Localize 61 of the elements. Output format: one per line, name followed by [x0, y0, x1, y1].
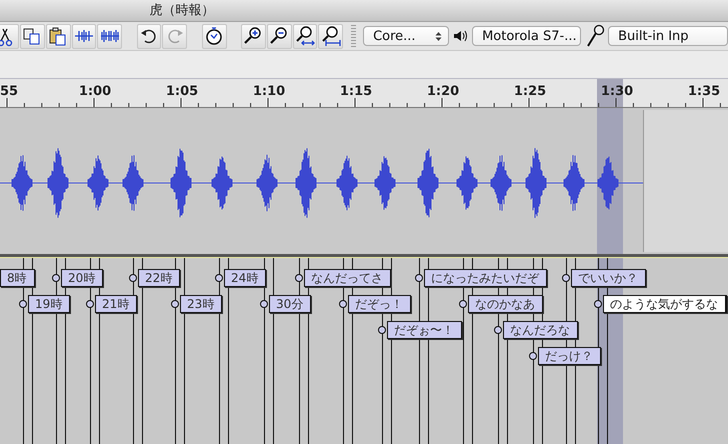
label-handle[interactable] [171, 300, 179, 308]
audio-host-dropdown[interactable]: Core... [363, 26, 450, 46]
label[interactable]: だぞっ！ [348, 295, 411, 313]
silence-button[interactable] [97, 24, 122, 48]
copy-button[interactable] [20, 24, 45, 48]
time-label: 55 [0, 84, 18, 99]
label[interactable]: 20時 [61, 269, 104, 287]
label[interactable]: なんだろな [503, 321, 578, 339]
time-label: 1:35 [688, 84, 720, 99]
zoom-in-button[interactable] [240, 24, 266, 48]
label-handle[interactable] [215, 274, 223, 282]
label[interactable]: になったみたいだぞ [424, 269, 547, 287]
undo-button[interactable] [136, 24, 162, 48]
label-handle[interactable] [52, 274, 60, 282]
label-text-field[interactable]: のような気がするな [603, 295, 727, 313]
label-handle[interactable] [19, 300, 27, 308]
label[interactable]: 22時 [138, 269, 180, 287]
label[interactable]: 30分 [269, 295, 312, 313]
fit-project-button[interactable] [318, 24, 344, 48]
label[interactable]: 8時 [0, 269, 35, 287]
label-handle[interactable] [529, 352, 537, 360]
updown-arrows-icon [435, 30, 442, 42]
speaker-icon [453, 29, 470, 43]
fit-selection-button[interactable] [292, 24, 318, 48]
label[interactable]: 24時 [224, 269, 266, 287]
time-label: 1:30 [600, 84, 634, 99]
label-handle[interactable] [594, 300, 602, 308]
time-label: 1:00 [78, 84, 112, 99]
label-handle[interactable] [339, 300, 347, 308]
time-label: 1:20 [426, 84, 460, 99]
cut-button[interactable] [0, 24, 19, 48]
label-handle[interactable] [415, 274, 423, 282]
label[interactable]: 23時 [180, 295, 222, 313]
label-handle[interactable] [459, 300, 467, 308]
label-handle[interactable] [295, 274, 303, 282]
time-label: 1:05 [166, 84, 198, 99]
trim-button[interactable] [72, 24, 96, 48]
timer-button[interactable] [202, 24, 227, 48]
label-handle[interactable] [260, 300, 268, 308]
label[interactable]: でいいか？ [571, 269, 646, 287]
label-handle[interactable] [86, 300, 94, 308]
zoom-out-button[interactable] [266, 24, 292, 48]
label[interactable]: だっけ？ [538, 347, 601, 365]
output-device-dropdown[interactable]: Motorola S7-... [472, 26, 582, 46]
label[interactable]: 21時 [95, 295, 138, 313]
magnifier-bracket-icon [320, 25, 342, 47]
input-device-dropdown[interactable]: Built-in Inp [608, 26, 728, 46]
time-label: 1:25 [514, 84, 546, 99]
time-label: 1:15 [340, 84, 372, 99]
label-handle[interactable] [129, 274, 137, 282]
paste-button[interactable] [46, 24, 71, 48]
label[interactable]: なんだってさ [304, 269, 391, 287]
label[interactable]: なのかなあ [468, 295, 543, 313]
label-handle[interactable] [494, 326, 502, 334]
window-title: 虎（時報） [148, 2, 216, 20]
time-label: 1:10 [252, 84, 286, 99]
label[interactable]: 19時 [28, 295, 70, 313]
label[interactable]: だぞぉ〜！ [387, 321, 462, 339]
label-handle[interactable] [562, 274, 570, 282]
label-handle[interactable] [378, 326, 386, 334]
magnifier-arrows-icon [294, 25, 316, 47]
